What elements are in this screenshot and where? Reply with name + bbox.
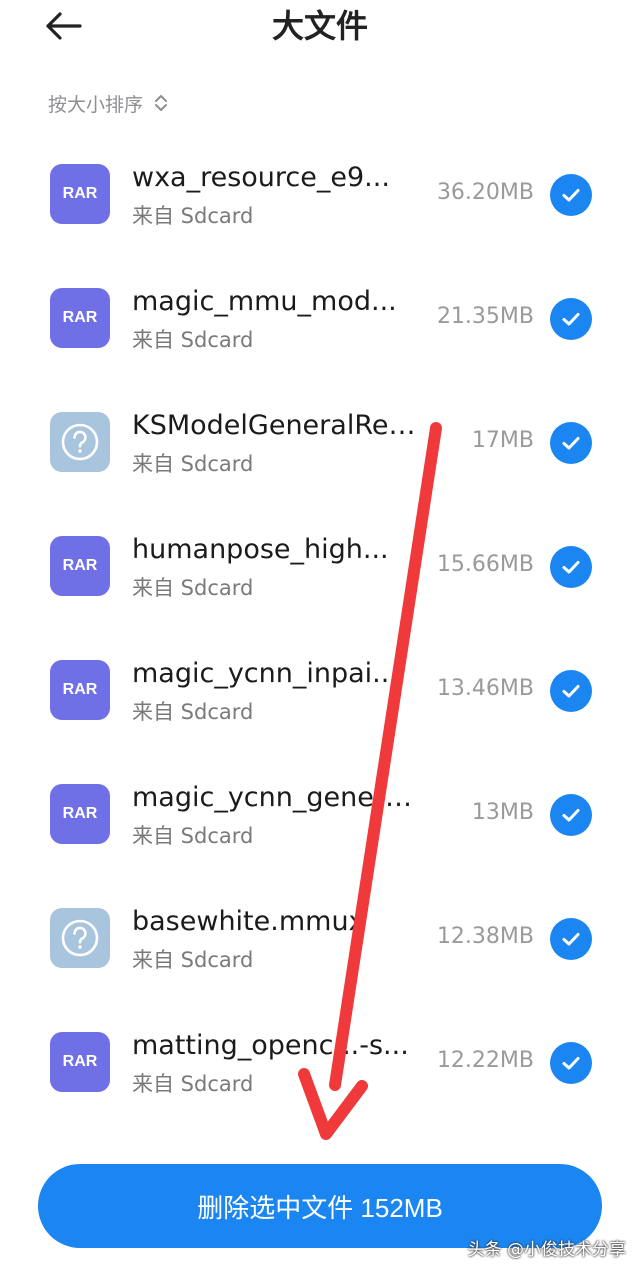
check-icon xyxy=(562,685,580,698)
page-title: 大文件 xyxy=(271,7,368,45)
check-icon xyxy=(562,189,580,202)
rar-file-icon: RAR xyxy=(50,784,110,844)
file-source: 来自 Sdcard xyxy=(132,948,254,972)
sort-label: 按大小排序 xyxy=(48,93,144,116)
rar-file-icon: RAR xyxy=(50,536,110,596)
rar-icon-label: RAR xyxy=(62,557,98,574)
file-size: 21.35MB xyxy=(436,304,534,329)
check-icon xyxy=(562,1057,580,1070)
file-source: 来自 Sdcard xyxy=(132,204,254,228)
file-name: wxa_resource_e9... xyxy=(132,162,390,193)
check-icon xyxy=(562,437,580,450)
file-row[interactable]: basewhite.mmux 来自 Sdcard 12.38MB xyxy=(0,876,640,1000)
header: 大文件 xyxy=(0,0,640,56)
file-source: 来自 Sdcard xyxy=(132,328,254,352)
rar-file-icon: RAR xyxy=(50,288,110,348)
file-source: 来自 Sdcard xyxy=(132,452,254,476)
file-row[interactable]: RAR matting_openc...-s... 来自 Sdcard 12.22MB xyxy=(0,1000,640,1124)
check-icon xyxy=(562,561,580,574)
file-size: 13MB xyxy=(471,800,534,825)
file-size: 36.20MB xyxy=(436,180,534,205)
rar-icon-label: RAR xyxy=(62,681,98,698)
file-name: basewhite.mmux xyxy=(132,906,365,937)
file-name: matting_openc...-s... xyxy=(132,1030,409,1061)
file-source: 来自 Sdcard xyxy=(132,576,254,600)
file-name: magic_ycnn_general... xyxy=(132,782,422,813)
check-icon xyxy=(562,933,580,946)
rar-icon-label: RAR xyxy=(62,309,98,326)
select-checkbox[interactable] xyxy=(550,918,592,960)
check-icon xyxy=(562,809,580,822)
select-checkbox[interactable] xyxy=(550,174,592,216)
file-row[interactable]: RAR wxa_resource_e9... 来自 Sdcard 36.20MB xyxy=(0,132,640,256)
unknown-file-icon xyxy=(50,908,110,968)
rar-file-icon: RAR xyxy=(50,1032,110,1092)
sort-selector[interactable]: 按大小排序 xyxy=(48,88,169,118)
select-checkbox[interactable] xyxy=(550,1042,592,1084)
file-source: 来自 Sdcard xyxy=(132,1072,254,1096)
check-icon xyxy=(562,313,580,326)
sort-updown-icon xyxy=(155,95,168,111)
file-name: magic_ycnn_inpai... xyxy=(132,658,398,689)
file-row[interactable]: RAR magic_ycnn_general... 来自 Sdcard 13MB xyxy=(0,752,640,876)
question-mark-icon xyxy=(61,423,99,461)
rar-file-icon: RAR xyxy=(50,164,110,224)
unknown-file-icon xyxy=(50,412,110,472)
watermark: 头条 @小俊技术分享 xyxy=(467,1240,626,1260)
select-checkbox[interactable] xyxy=(550,298,592,340)
file-size: 15.66MB xyxy=(436,552,534,577)
file-size: 12.38MB xyxy=(436,924,534,949)
file-list: RAR wxa_resource_e9... 来自 Sdcard 36.20MB RAR… xyxy=(0,132,640,1124)
file-size: 12.22MB xyxy=(436,1048,534,1073)
file-row[interactable]: KSModelGeneralRec... 来自 Sdcard 17MB xyxy=(0,380,640,504)
file-source: 来自 Sdcard xyxy=(132,700,254,724)
file-row[interactable]: RAR magic_mmu_mod... 来自 Sdcard 21.35MB xyxy=(0,256,640,380)
rar-icon-label: RAR xyxy=(62,1053,98,1070)
rar-icon-label: RAR xyxy=(62,185,98,202)
file-size: 13.46MB xyxy=(436,676,534,701)
select-checkbox[interactable] xyxy=(550,794,592,836)
rar-file-icon: RAR xyxy=(50,660,110,720)
file-size: 17MB xyxy=(471,428,534,453)
file-name: humanpose_high... xyxy=(132,534,389,565)
file-row[interactable]: RAR humanpose_high... 来自 Sdcard 15.66MB xyxy=(0,504,640,628)
file-row[interactable]: RAR magic_ycnn_inpai... 来自 Sdcard 13.46MB xyxy=(0,628,640,752)
select-checkbox[interactable] xyxy=(550,670,592,712)
file-name: magic_mmu_mod... xyxy=(132,286,397,317)
rar-icon-label: RAR xyxy=(62,805,98,822)
file-name: KSModelGeneralRec... xyxy=(132,410,422,441)
file-source: 来自 Sdcard xyxy=(132,824,254,848)
question-mark-icon xyxy=(61,919,99,957)
select-checkbox[interactable] xyxy=(550,546,592,588)
select-checkbox[interactable] xyxy=(550,422,592,464)
